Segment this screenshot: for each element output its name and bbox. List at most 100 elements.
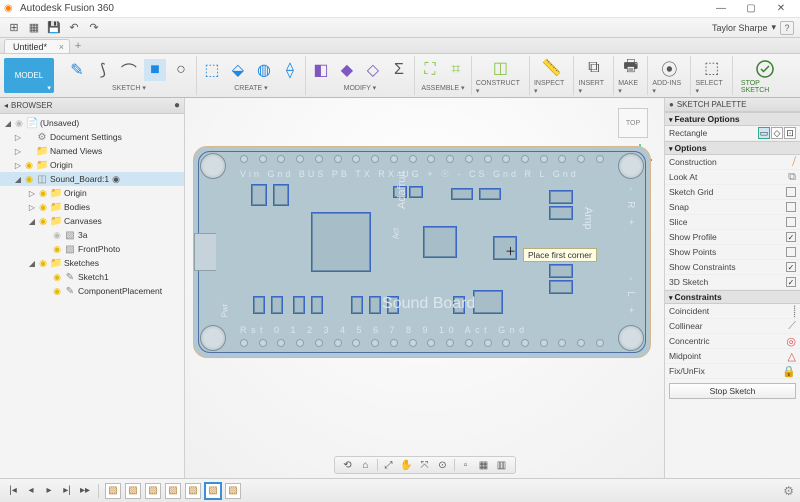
visibility-bulb-icon[interactable]: ◉	[38, 202, 48, 213]
ribbon-group-label[interactable]: CREATE ▾	[234, 84, 267, 92]
canvas-viewport[interactable]: TOP	[185, 98, 664, 478]
ribbon-tool-icon[interactable]: ◇	[362, 59, 384, 81]
ribbon-tool-icon[interactable]: ⦿	[658, 57, 680, 79]
checkbox[interactable]	[786, 247, 796, 257]
tree-node[interactable]: ◢◉📄(Unsaved)	[0, 116, 184, 130]
visibility-bulb-icon[interactable]: ◉	[52, 272, 62, 283]
constraint-row[interactable]: Coincident⸽	[665, 304, 800, 319]
timeline-play-button[interactable]: |◂	[6, 484, 20, 498]
ribbon-tool-icon[interactable]: 📏	[541, 57, 563, 79]
stop-sketch-button-palette[interactable]: Stop Sketch	[669, 383, 796, 399]
tree-node[interactable]: ▷📁Named Views	[0, 144, 184, 158]
user-menu[interactable]: Taylor Sharpe ▾	[712, 22, 776, 33]
document-tab[interactable]: Untitled* ×	[4, 39, 70, 53]
ribbon-tool-icon[interactable]: ⬚	[701, 57, 723, 79]
tree-node[interactable]: ▷◉📁Origin	[0, 186, 184, 200]
browser-header[interactable]: ◂ BROWSER ●	[0, 98, 184, 114]
expander-icon[interactable]: ◢	[28, 217, 36, 226]
tree-node[interactable]: ▷⚙Document Settings	[0, 130, 184, 144]
visibility-bulb-icon[interactable]: ◉	[52, 286, 62, 297]
nav-tool-button[interactable]: ✋	[400, 460, 414, 471]
ribbon-group-label[interactable]: SKETCH ▾	[112, 84, 146, 92]
checkbox[interactable]	[786, 217, 796, 227]
active-component-radio[interactable]	[111, 174, 121, 185]
ribbon-tool-icon[interactable]: ■	[144, 59, 166, 81]
timeline-feature[interactable]: ▧	[225, 483, 241, 499]
tree-node[interactable]: ◢◉◫Sound_Board:1	[0, 172, 184, 186]
ribbon-tool-icon[interactable]: ⧉	[583, 57, 605, 79]
checkbox[interactable]	[786, 187, 796, 197]
ribbon-tool-icon[interactable]: ⟠	[279, 59, 301, 81]
workspace-switcher[interactable]: MODEL ▾	[4, 58, 54, 93]
ribbon-tool-icon[interactable]: ◫	[489, 57, 511, 79]
ribbon-tool-icon[interactable]: ⬚	[201, 59, 223, 81]
tab-close-button[interactable]: ×	[59, 42, 64, 52]
visibility-bulb-icon[interactable]: ◉	[52, 244, 62, 255]
window-maximize-button[interactable]: ▢	[736, 0, 766, 18]
visibility-bulb-icon[interactable]: ◉	[24, 174, 34, 185]
ribbon-group-label[interactable]: INSERT ▾	[578, 80, 609, 95]
ribbon-tool-icon[interactable]: 🖶	[620, 57, 642, 79]
expander-icon[interactable]: ◢	[28, 259, 36, 268]
tree-node[interactable]: ◉✎ComponentPlacement	[0, 284, 184, 298]
timeline-play-button[interactable]: ▸	[42, 484, 56, 498]
browser-pin-icon[interactable]: ●	[174, 100, 180, 111]
ribbon-tool-icon[interactable]: ○	[170, 59, 192, 81]
viewcube[interactable]: TOP	[618, 108, 648, 138]
stop-sketch-button[interactable]: STOP SKETCH	[735, 56, 796, 95]
visibility-bulb-icon[interactable]: ◉	[52, 230, 62, 241]
timeline-feature[interactable]: ▧	[125, 483, 141, 499]
expander-icon[interactable]: ▷	[14, 147, 22, 156]
constraint-row[interactable]: Midpoint△	[665, 349, 800, 364]
feature-options-header[interactable]: Feature Options	[665, 112, 800, 126]
constraint-row[interactable]: Fix/UnFix🔒	[665, 364, 800, 379]
option-glyph-icon[interactable]: ⧸	[792, 156, 796, 169]
timeline-feature[interactable]: ▧	[105, 483, 121, 499]
ribbon-tool-icon[interactable]: ◆	[336, 59, 358, 81]
ribbon-group-label[interactable]: MAKE ▾	[618, 80, 643, 95]
ribbon-tool-icon[interactable]: ◍	[253, 59, 275, 81]
constraint-row[interactable]: Collinear⟋	[665, 319, 800, 334]
nav-tool-button[interactable]: ▫	[459, 460, 473, 471]
expander-icon[interactable]: ◢	[4, 119, 12, 128]
expander-icon[interactable]: ◢	[14, 175, 22, 184]
options-header[interactable]: Options	[665, 141, 800, 155]
checkbox[interactable]	[786, 277, 796, 287]
timeline-play-button[interactable]: ▸|	[60, 484, 74, 498]
file-menu-button[interactable]: ▦	[26, 20, 42, 36]
visibility-bulb-icon[interactable]: ◉	[38, 188, 48, 199]
tree-node[interactable]: ◢◉📁Sketches	[0, 256, 184, 270]
tree-node[interactable]: ◢◉📁Canvases	[0, 214, 184, 228]
help-button[interactable]: ?	[780, 21, 794, 35]
ribbon-tool-icon[interactable]: ◧	[310, 59, 332, 81]
expander-icon[interactable]: ▷	[28, 203, 36, 212]
timeline-feature[interactable]: ▧	[165, 483, 181, 499]
expander-icon[interactable]: ▷	[28, 189, 36, 198]
expander-icon[interactable]: ▷	[14, 161, 22, 170]
ribbon-tool-icon[interactable]: Σ	[388, 59, 410, 81]
tree-node[interactable]: ▷◉📁Origin	[0, 158, 184, 172]
visibility-bulb-icon[interactable]: ◉	[24, 160, 34, 171]
tree-node[interactable]: ◉▧FrontPhoto	[0, 242, 184, 256]
checkbox[interactable]	[786, 202, 796, 212]
ribbon-group-label[interactable]: CONSTRUCT ▾	[476, 80, 525, 95]
ribbon-tool-icon[interactable]: ⟆	[92, 59, 114, 81]
visibility-bulb-icon[interactable]: ◉	[38, 216, 48, 227]
window-minimize-button[interactable]: —	[706, 0, 736, 18]
ribbon-group-label[interactable]: SELECT ▾	[695, 80, 727, 95]
rectangle-mode-segments[interactable]: ▭ ◇ ⊡	[758, 127, 796, 139]
nav-tool-button[interactable]: ⊙	[436, 460, 450, 471]
checkbox[interactable]	[786, 262, 796, 272]
tree-node[interactable]: ◉▧3a	[0, 228, 184, 242]
window-close-button[interactable]: ✕	[766, 0, 796, 18]
timeline-settings-button[interactable]: ⚙	[783, 484, 794, 498]
nav-tool-button[interactable]: ⤧	[418, 460, 432, 471]
expander-icon[interactable]: ▷	[14, 133, 22, 142]
nav-tool-button[interactable]: ⟲	[341, 460, 355, 471]
ribbon-tool-icon[interactable]: ✎	[66, 59, 88, 81]
timeline-feature[interactable]: ▧	[185, 483, 201, 499]
timeline-play-button[interactable]: ◂	[24, 484, 38, 498]
ribbon-group-label[interactable]: INSPECT ▾	[534, 80, 570, 95]
new-tab-button[interactable]: +	[70, 38, 86, 53]
ribbon-tool-icon[interactable]: ⌗	[445, 59, 467, 81]
